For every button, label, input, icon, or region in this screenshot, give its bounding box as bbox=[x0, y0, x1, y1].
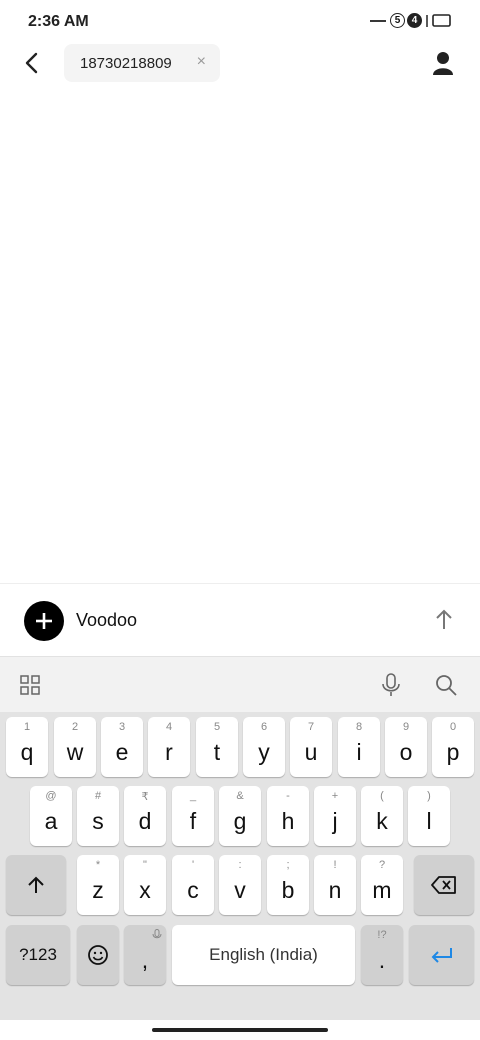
key-n[interactable]: ! n bbox=[314, 855, 356, 915]
key-v[interactable]: :v bbox=[219, 855, 261, 915]
vibrate-icon bbox=[426, 14, 428, 27]
key-m[interactable]: ? m bbox=[361, 855, 403, 915]
status-icons: 5 4 bbox=[370, 13, 452, 28]
symbols-key[interactable]: ?123 bbox=[6, 925, 70, 985]
key-f[interactable]: _ f bbox=[172, 786, 214, 846]
message-input[interactable]: Voodoo bbox=[76, 610, 137, 631]
clear-recipient-icon[interactable]: × bbox=[197, 53, 206, 71]
search-icon[interactable] bbox=[434, 673, 458, 697]
gesture-nav-bar bbox=[0, 1020, 480, 1040]
key-y[interactable]: 6y bbox=[243, 717, 285, 777]
period-key[interactable]: !?. bbox=[361, 925, 403, 985]
key-p[interactable]: 0p bbox=[432, 717, 474, 777]
battery-icon bbox=[432, 14, 451, 27]
shift-key[interactable] bbox=[6, 855, 66, 915]
attach-button[interactable] bbox=[24, 601, 64, 641]
status-time: 2:36 AM bbox=[28, 13, 89, 30]
emoji-smiley-icon bbox=[88, 945, 108, 965]
keyboard: 1q 2w 3e 4r 5t 6y 7u 8i 9o 0p @ a # s ₹ d _… bbox=[0, 712, 480, 1020]
recipient-number: 18730218809 bbox=[80, 54, 172, 72]
back-arrow-icon[interactable] bbox=[18, 48, 46, 78]
key-a[interactable]: @ a bbox=[30, 786, 72, 846]
recipient-chip[interactable]: 18730218809 × bbox=[64, 44, 220, 82]
compose-bar: Voodoo bbox=[0, 583, 480, 656]
plus-icon bbox=[36, 613, 52, 629]
microphone-icon[interactable] bbox=[380, 673, 402, 697]
key-e[interactable]: 3e bbox=[101, 717, 143, 777]
home-indicator[interactable] bbox=[152, 1028, 328, 1032]
contact-person-icon[interactable] bbox=[432, 50, 454, 76]
backspace-icon bbox=[431, 876, 456, 894]
mic-hint-icon bbox=[152, 929, 162, 939]
key-h[interactable]: -h bbox=[267, 786, 309, 846]
key-r[interactable]: 4r bbox=[148, 717, 190, 777]
key-q[interactable]: 1q bbox=[6, 717, 48, 777]
key-g[interactable]: & g bbox=[219, 786, 261, 846]
key-t[interactable]: 5t bbox=[196, 717, 238, 777]
key-c[interactable]: ' c bbox=[172, 855, 214, 915]
conversation-header: 18730218809 × bbox=[0, 44, 480, 84]
enter-key[interactable] bbox=[409, 925, 474, 985]
send-arrow-icon[interactable] bbox=[432, 608, 456, 632]
key-i[interactable]: 8i bbox=[338, 717, 380, 777]
space-bar[interactable]: English (India) bbox=[172, 925, 355, 985]
key-z[interactable]: * z bbox=[77, 855, 119, 915]
keyboard-toolbar bbox=[0, 656, 480, 712]
shift-arrow-icon bbox=[28, 876, 44, 893]
enter-return-icon bbox=[431, 948, 452, 963]
key-d[interactable]: ₹ d bbox=[124, 786, 166, 846]
key-o[interactable]: 9o bbox=[385, 717, 427, 777]
comma-key[interactable]: , bbox=[124, 925, 166, 985]
key-k[interactable]: (k bbox=[361, 786, 403, 846]
backspace-key[interactable] bbox=[414, 855, 474, 915]
key-icon bbox=[370, 19, 386, 22]
key-j[interactable]: + j bbox=[314, 786, 356, 846]
key-b[interactable]: ; b bbox=[267, 855, 309, 915]
key-w[interactable]: 2w bbox=[54, 717, 96, 777]
key-s[interactable]: # s bbox=[77, 786, 119, 846]
apps-grid-icon[interactable] bbox=[20, 675, 40, 695]
status-bar: 2:36 AM 5 4 bbox=[0, 0, 480, 44]
key-u[interactable]: 7u bbox=[290, 717, 332, 777]
notification-badge-icon: 5 bbox=[390, 13, 405, 28]
key-l[interactable]: ) l bbox=[408, 786, 450, 846]
emoji-key[interactable] bbox=[77, 925, 119, 985]
key-x[interactable]: " x bbox=[124, 855, 166, 915]
notification-badge-icon: 4 bbox=[407, 13, 422, 28]
